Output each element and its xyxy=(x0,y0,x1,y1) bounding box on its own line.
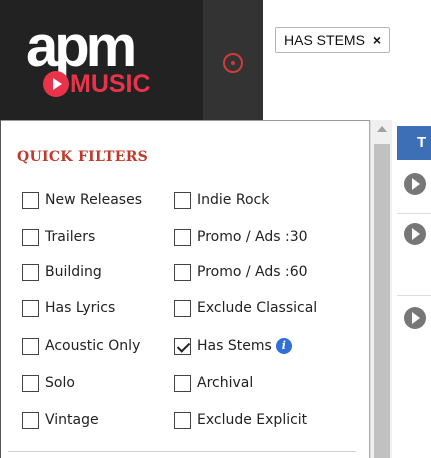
panel-divider xyxy=(8,451,356,452)
filter-label: Acoustic Only xyxy=(45,338,141,354)
chip-label: HAS STEMS xyxy=(284,32,365,48)
filter-label: Exclude Explicit xyxy=(197,412,308,428)
target-button[interactable] xyxy=(203,0,263,120)
checkbox[interactable] xyxy=(22,411,39,429)
filter-new-releases[interactable]: New Releases xyxy=(22,190,142,210)
filter-label: New Releases xyxy=(45,192,142,208)
filter-vintage[interactable]: Vintage xyxy=(22,410,99,430)
filter-promo-ads-60[interactable]: Promo / Ads :60 xyxy=(174,262,308,282)
checkbox[interactable] xyxy=(174,191,191,209)
search-area[interactable]: HAS STEMS × xyxy=(263,0,431,120)
filter-label: Exclude Classical xyxy=(197,300,318,316)
filter-label: Archival xyxy=(197,375,254,391)
filter-exclude-explicit[interactable]: Exclude Explicit xyxy=(174,410,307,430)
play-icon[interactable] xyxy=(404,307,426,329)
filter-label: Solo xyxy=(45,375,75,391)
filter-solo[interactable]: Solo xyxy=(22,373,75,393)
checkbox[interactable] xyxy=(174,374,191,392)
play-icon[interactable] xyxy=(404,173,426,195)
filter-label: Indie Rock xyxy=(197,192,270,208)
panel-scrollbar[interactable] xyxy=(370,120,392,458)
checkbox[interactable] xyxy=(22,337,39,355)
filter-acoustic-only[interactable]: Acoustic Only xyxy=(22,336,140,356)
checkbox[interactable] xyxy=(22,228,39,246)
filter-label: Promo / Ads :30 xyxy=(197,229,308,245)
row-divider xyxy=(397,295,431,296)
results-header: T xyxy=(397,126,431,160)
filter-exclude-classical[interactable]: Exclude Classical xyxy=(174,298,317,318)
filter-has-stems[interactable]: Has Stems i xyxy=(174,336,292,356)
logo-subtitle: MUSIC xyxy=(70,70,151,98)
filter-archival[interactable]: Archival xyxy=(174,373,253,393)
filter-indie-rock[interactable]: Indie Rock xyxy=(174,190,269,210)
checkbox[interactable] xyxy=(22,374,39,392)
filter-label: Has Stems xyxy=(197,338,272,354)
checkbox[interactable] xyxy=(174,411,191,429)
scroll-thumb[interactable] xyxy=(374,144,390,458)
checkbox-checked[interactable] xyxy=(174,337,191,355)
checkbox[interactable] xyxy=(22,263,39,281)
logo-wordmark: apm xyxy=(26,14,137,79)
filter-promo-ads-30[interactable]: Promo / Ads :30 xyxy=(174,227,308,247)
filter-trailers[interactable]: Trailers xyxy=(22,227,95,247)
row-divider xyxy=(397,213,431,214)
panel-border xyxy=(0,120,8,458)
filter-label: Has Lyrics xyxy=(45,300,116,316)
results-column: T xyxy=(392,120,431,458)
quick-filters-panel: QUICK FILTERS New Releases Trailers Buil… xyxy=(0,120,370,458)
filter-label: Trailers xyxy=(45,229,96,245)
info-icon[interactable]: i xyxy=(275,338,292,354)
search-filter-chip[interactable]: HAS STEMS × xyxy=(275,27,391,53)
filter-building[interactable]: Building xyxy=(22,262,102,282)
chip-remove-icon[interactable]: × xyxy=(373,32,381,48)
play-logo-icon xyxy=(43,71,69,97)
checkbox[interactable] xyxy=(174,263,191,281)
checkbox[interactable] xyxy=(22,191,39,209)
target-icon xyxy=(223,53,243,73)
scroll-up-arrow-icon[interactable] xyxy=(377,126,387,132)
filter-label: Vintage xyxy=(45,412,99,428)
checkbox[interactable] xyxy=(174,299,191,317)
filter-label: Building xyxy=(45,264,102,280)
checkbox[interactable] xyxy=(22,299,39,317)
play-icon[interactable] xyxy=(404,223,426,245)
quick-filters-title: QUICK FILTERS xyxy=(17,149,149,165)
apm-music-logo[interactable]: apm MUSIC xyxy=(0,0,203,120)
filter-has-lyrics[interactable]: Has Lyrics xyxy=(22,298,115,318)
checkbox[interactable] xyxy=(174,228,191,246)
filter-label: Promo / Ads :60 xyxy=(197,264,308,280)
